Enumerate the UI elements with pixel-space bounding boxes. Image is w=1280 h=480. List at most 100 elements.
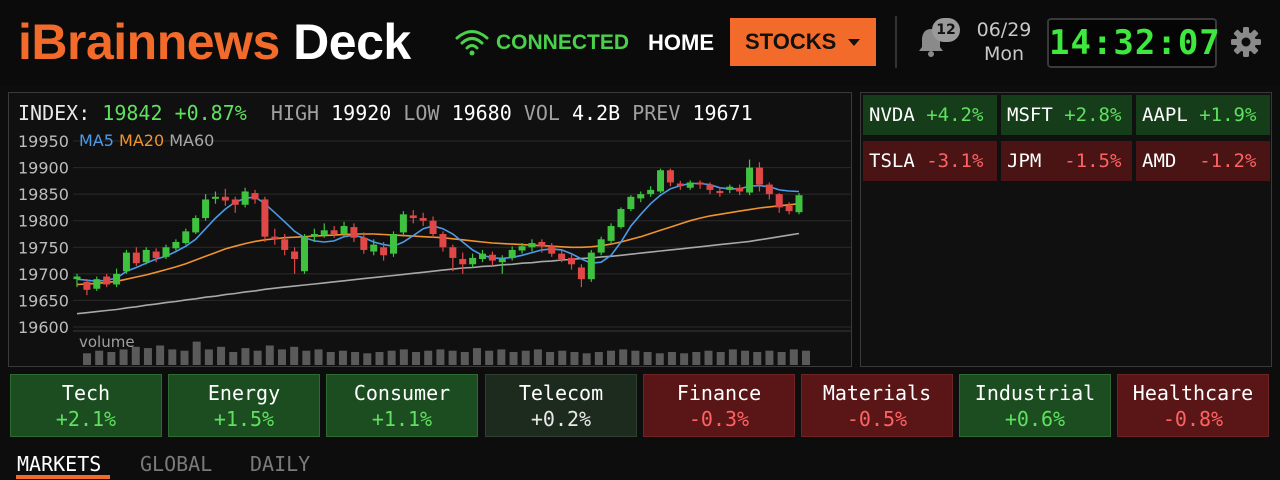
candle-body: [399, 214, 407, 233]
low-value: 19680: [451, 101, 512, 125]
candle-body: [538, 241, 546, 247]
sector-change: -0.5%: [846, 407, 908, 431]
volume-bar: [204, 349, 213, 365]
candle-body: [271, 236, 279, 240]
ticker-symbol: NVDA: [869, 104, 915, 126]
sector-name: Telecom: [518, 381, 604, 405]
volume-bar: [119, 349, 128, 365]
index-chart-panel: 19950 19900 19850 19800 19750 19700 19650 19600…: [8, 92, 852, 367]
vol-label: VOL: [523, 101, 560, 125]
sector-change: +0.6%: [1004, 407, 1066, 431]
volume-bar: [558, 350, 567, 365]
ticker-change: -1.5%: [1064, 150, 1122, 172]
legend-ma20: MA20: [119, 131, 165, 150]
connection-status: CONNECTED: [496, 31, 630, 54]
sector-healthcare[interactable]: Healthcare -0.8%: [1117, 374, 1269, 437]
volume-bar: [765, 350, 774, 365]
ticker-symbol: JPM: [1007, 150, 1042, 172]
volume-bar: [412, 352, 421, 365]
sector-materials[interactable]: Materials -0.5%: [801, 374, 953, 437]
chart-legend: MA5 MA20 MA60: [79, 131, 214, 151]
wifi-icon: [455, 30, 489, 56]
digital-clock: 14:32:07: [1047, 18, 1220, 68]
candle-body: [142, 249, 150, 263]
candle-body: [607, 226, 615, 241]
candle-body: [518, 246, 526, 251]
sector-finance[interactable]: Finance -0.3%: [643, 374, 795, 437]
ticker-aapl[interactable]: AAPL +1.9%: [1136, 95, 1270, 135]
candle-body: [113, 273, 121, 285]
candle-body: [726, 186, 734, 190]
volume-bar: [643, 352, 652, 365]
gear-icon[interactable]: [1230, 26, 1262, 58]
volume-bar: [229, 352, 238, 365]
volume-bar: [351, 352, 360, 365]
candle-body: [775, 194, 783, 208]
candle-body: [479, 253, 487, 259]
volume-bar: [338, 350, 347, 365]
sector-telecom[interactable]: Telecom +0.2%: [485, 374, 637, 437]
ticker-nvda[interactable]: NVDA +4.2%: [863, 95, 997, 135]
candle-body: [676, 183, 684, 187]
volume-bar: [704, 350, 713, 365]
volume-bar: [83, 353, 91, 365]
candle-body: [241, 191, 249, 205]
index-change: +0.87%: [174, 101, 247, 125]
ticker-tsla[interactable]: TSLA -3.1%: [863, 141, 997, 181]
high-label: HIGH: [270, 101, 320, 125]
volume-bar: [521, 350, 530, 365]
legend-ma60: MA60: [169, 131, 215, 150]
ticker-change: -1.2%: [1199, 150, 1257, 172]
brand-suffix: Deck: [293, 14, 411, 70]
sector-change: +2.1%: [55, 407, 117, 431]
volume-label: volume: [79, 333, 135, 351]
candle-body: [83, 281, 91, 290]
sector-consumer[interactable]: Consumer +1.1%: [326, 374, 478, 437]
sector-name: Energy: [207, 381, 281, 405]
volume-bar: [741, 350, 750, 365]
chevron-down-icon: [848, 39, 860, 46]
volume-bar: [387, 350, 396, 365]
candle-body: [132, 252, 140, 264]
candle-body: [439, 234, 447, 248]
candle-body: [795, 195, 803, 213]
nav-stocks-dropdown[interactable]: STOCKS: [730, 18, 876, 66]
sector-name: Healthcare: [1132, 381, 1254, 405]
sector-tech[interactable]: Tech +2.1%: [10, 374, 162, 437]
volume-bar: [509, 352, 518, 365]
volume-bar: [582, 353, 591, 365]
volume-bar: [326, 352, 335, 365]
sector-change: -0.3%: [688, 407, 750, 431]
candle-body: [221, 196, 229, 201]
candle-body: [686, 182, 694, 188]
ticker-jpm[interactable]: JPM -1.5%: [1001, 141, 1132, 181]
active-tab-indicator: [16, 475, 110, 479]
volume-bar: [802, 350, 810, 365]
ticker-change: +1.9%: [1199, 104, 1257, 126]
candle-body: [300, 236, 308, 272]
volume-bar: [156, 345, 165, 365]
tab-global[interactable]: GLOBAL: [140, 452, 212, 476]
candle-body: [370, 244, 378, 252]
high-value: 19920: [331, 101, 392, 125]
candle-body: [617, 209, 625, 228]
volume-bar: [680, 353, 689, 365]
candle-body: [281, 239, 289, 250]
low-label: LOW: [403, 101, 440, 125]
nav-home-button[interactable]: HOME: [648, 27, 714, 59]
sector-industrial[interactable]: Industrial +0.6%: [959, 374, 1111, 437]
brand-name: iBrainnews: [18, 14, 280, 70]
ticker-symbol: AAPL: [1142, 104, 1188, 126]
tab-daily[interactable]: DAILY: [250, 452, 310, 476]
candle-body: [162, 247, 170, 257]
candle-body: [291, 251, 299, 259]
volume-bar: [533, 349, 542, 365]
sector-energy[interactable]: Energy +1.5%: [168, 374, 320, 437]
ticker-msft[interactable]: MSFT +2.8%: [1001, 95, 1132, 135]
tab-markets[interactable]: MARKETS: [17, 452, 101, 476]
sector-change: -0.8%: [1162, 407, 1224, 431]
candle-body: [716, 190, 724, 194]
ticker-amd[interactable]: AMD -1.2%: [1136, 141, 1270, 181]
volume-bar: [217, 346, 226, 365]
top-bar: iBrainnews Deck CONNECTED HOME STOCKS 12…: [0, 0, 1280, 86]
